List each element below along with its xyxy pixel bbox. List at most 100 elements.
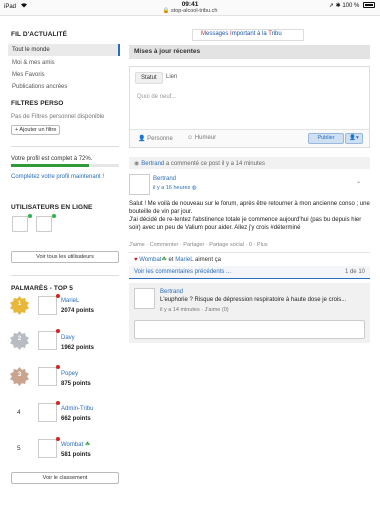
privacy-dropdown[interactable]: 👤▾ bbox=[345, 133, 363, 144]
important-messages-banner[interactable]: Messages Important à la Tribu bbox=[192, 29, 304, 41]
tag-person-button[interactable]: 👤 Personne bbox=[138, 135, 173, 142]
likes-suffix: aiment ça bbox=[193, 257, 222, 263]
online-user-avatar[interactable] bbox=[12, 216, 28, 232]
palmares-title: PALMARÈS - TOP 5 bbox=[11, 285, 73, 292]
recent-updates-header: Mises à jour récentes bbox=[129, 45, 370, 59]
post-paragraph: J'ai décidé de re-tentez l'abstinence to… bbox=[129, 217, 362, 231]
post-body: Salut ! Me voilà de nouveau sur le forum… bbox=[129, 200, 370, 232]
comment-text: L'euphorie ? Risque de dépression respir… bbox=[160, 297, 347, 303]
previous-comments-bar: Voir les commentaires précédents ... 1 d… bbox=[129, 266, 370, 279]
rank-number: 4 bbox=[17, 409, 21, 416]
comment-author-avatar[interactable] bbox=[134, 288, 155, 309]
globe-icon: ◍ bbox=[191, 185, 197, 191]
ranking-avatar[interactable] bbox=[38, 403, 57, 422]
clock: 09:41 bbox=[181, 1, 199, 8]
complete-profile-link[interactable]: Complétez votre profil maintenant ! bbox=[11, 174, 104, 180]
status-composer: Statut Lien Quoi de neuf... 👤 Personne ☺… bbox=[129, 66, 370, 148]
status-dot bbox=[56, 329, 60, 333]
activity-author-link[interactable]: Bertrand bbox=[141, 161, 164, 167]
see-ranking-button[interactable]: Voir le classement bbox=[11, 472, 119, 484]
tab-status[interactable]: Statut bbox=[135, 72, 163, 84]
profile-complete-text: Votre profil est complet à 72%. bbox=[11, 156, 93, 162]
online-users-title: UTILISATEURS EN LIGNE bbox=[11, 204, 93, 211]
rank-number: 5 bbox=[17, 445, 21, 452]
comment-author-name[interactable]: Bertrand bbox=[160, 289, 183, 295]
url-text: stop-alcool-tribu.ch bbox=[170, 8, 218, 14]
banner-text-1: essages bbox=[206, 31, 231, 37]
mood-button[interactable]: ☺ Humeur bbox=[187, 135, 216, 141]
liker-link[interactable]: Wombat bbox=[139, 257, 161, 263]
rank-number: 3 bbox=[17, 372, 22, 378]
status-dot bbox=[56, 401, 60, 405]
liker-link[interactable]: MarieL bbox=[175, 257, 193, 263]
post-author-name[interactable]: Bertrand bbox=[153, 176, 176, 182]
tab-link[interactable]: Lien bbox=[161, 72, 182, 82]
mood-label: Humeur bbox=[194, 135, 217, 141]
whats-new-input[interactable]: Quoi de neuf... bbox=[137, 94, 176, 100]
rank-number: 1 bbox=[17, 301, 22, 307]
smiley-icon: ☺ bbox=[187, 135, 194, 141]
ranking-points: 875 points bbox=[61, 381, 91, 387]
divider bbox=[11, 146, 119, 147]
publish-button[interactable]: Publier bbox=[308, 133, 344, 144]
comment-meta[interactable]: il y a 14 minutes · J'aime (0) bbox=[160, 307, 229, 313]
feed-title: FIL D'ACTUALITÉ bbox=[11, 31, 68, 38]
comment-input[interactable] bbox=[134, 320, 365, 339]
post-activity-line: ◉ Bertrand a commenté ce post il y a 14 m… bbox=[129, 157, 370, 169]
comment-section: Bertrand L'euphorie ? Risque de dépressi… bbox=[129, 283, 370, 343]
status-right: ➚ ✱ 100 % bbox=[329, 2, 375, 9]
filters-title: FILTRES PERSO bbox=[11, 100, 64, 107]
post-paragraph: Salut ! Me voilà de nouveau sur le forum… bbox=[129, 201, 370, 215]
ranking-name[interactable]: Wombat ☘ bbox=[61, 441, 90, 448]
post-actions[interactable]: J'aime · Commenter · Partager · Partage … bbox=[129, 242, 268, 248]
clover-icon: ☘ bbox=[84, 442, 91, 448]
feed-item-everyone[interactable]: Tout le monde bbox=[8, 44, 120, 56]
ranking-points: 662 points bbox=[61, 416, 91, 422]
likes-line: ♥ Wombat☘ et MarieL aiment ça bbox=[129, 252, 370, 265]
feed-item-pinned[interactable]: Publications ancrées bbox=[8, 81, 120, 93]
ranking-avatar[interactable] bbox=[38, 296, 57, 315]
person-icon: 👤 bbox=[138, 136, 146, 142]
ranking-name-text: Wombat bbox=[61, 442, 84, 448]
gold-medal-icon: 1 bbox=[10, 296, 29, 315]
previous-comments-link[interactable]: Voir les commentaires précédents ... bbox=[134, 269, 231, 275]
filters-empty-text: Pas de Filtres personnel disponible bbox=[11, 114, 105, 120]
battery-percent: 100 % bbox=[342, 3, 360, 9]
status-dot bbox=[56, 365, 60, 369]
feed-item-friends[interactable]: Moi & mes amis bbox=[8, 57, 120, 69]
battery-icon bbox=[363, 2, 375, 8]
status-dot bbox=[56, 437, 60, 441]
online-indicator bbox=[28, 214, 32, 218]
see-all-users-button[interactable]: Voir tous les utilisateurs bbox=[11, 251, 119, 263]
ranking-points: 581 points bbox=[61, 452, 91, 458]
add-filter-button[interactable]: + Ajouter un filtre bbox=[11, 125, 61, 135]
online-indicator bbox=[52, 214, 56, 218]
ranking-name[interactable]: Admin-Tribu bbox=[61, 406, 93, 412]
online-user-avatar[interactable] bbox=[36, 216, 52, 232]
post-author-avatar[interactable] bbox=[129, 174, 150, 195]
activity-text: a commenté ce post il y a 14 minutes bbox=[164, 161, 265, 167]
post-time-text: il y a 16 heures bbox=[153, 185, 191, 191]
profile-progress-bar bbox=[11, 164, 119, 167]
ranking-points: 1962 points bbox=[61, 345, 95, 351]
status-dot bbox=[56, 294, 60, 298]
ranking-name[interactable]: MarieL bbox=[61, 298, 79, 304]
address-bar[interactable]: 🔒 stop-alcool-tribu.ch bbox=[0, 8, 380, 15]
ranking-name[interactable]: Popey bbox=[61, 371, 78, 377]
ios-status-bar: iPad 09:41 🔒 stop-alcool-tribu.ch ➚ ✱ 10… bbox=[0, 0, 380, 16]
eye-icon: ◉ bbox=[134, 161, 140, 167]
ranking-name[interactable]: Davy bbox=[61, 335, 75, 341]
feed-item-favorites[interactable]: Mes Favoris bbox=[8, 69, 120, 81]
ranking-avatar[interactable] bbox=[38, 331, 57, 350]
ranking-avatar[interactable] bbox=[38, 439, 57, 458]
post-options-chevron-icon[interactable]: ⌄ bbox=[356, 178, 361, 185]
composer-toolbar: 👤 Personne ☺ Humeur Publier 👤▾ bbox=[130, 129, 369, 147]
rank-number: 2 bbox=[17, 336, 22, 342]
ranking-avatar[interactable] bbox=[38, 367, 57, 386]
post-timestamp[interactable]: il y a 16 heures ◍ bbox=[153, 185, 197, 191]
likes-and: et bbox=[166, 257, 176, 263]
heart-icon: ♥ bbox=[134, 257, 138, 263]
banner-text-3: ribu bbox=[271, 31, 282, 37]
status-center: 09:41 🔒 stop-alcool-tribu.ch bbox=[0, 1, 380, 15]
bluetooth-icon: ✱ bbox=[335, 3, 341, 9]
